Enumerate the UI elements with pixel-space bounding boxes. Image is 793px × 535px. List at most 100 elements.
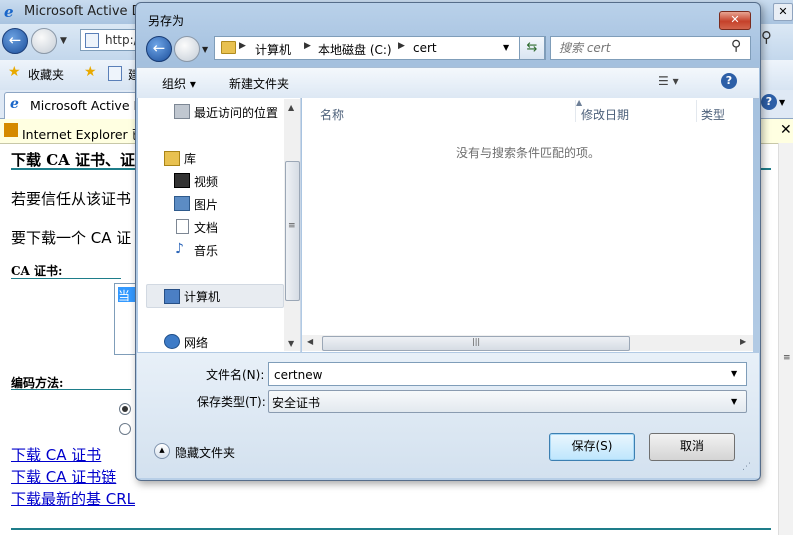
network-icon (164, 334, 180, 349)
save-as-dialog: 另存为 ✕ ← ▼ ▶ 计算机 ▶ 本地磁盘 (C:) ▶ cert ▼ ⇆ ⚲… (135, 2, 761, 481)
help-icon[interactable]: ? (721, 73, 737, 89)
ie-tab[interactable]: e Microsoft Active D (4, 92, 146, 119)
nav-music[interactable]: 音乐 (194, 242, 218, 259)
page-paragraph-download: 要下载一个 CA 证 (11, 229, 132, 247)
hide-folders-chevron-icon[interactable]: ▲ (154, 443, 170, 459)
column-header-type[interactable]: 类型 (701, 106, 725, 123)
ie-history-dropdown-icon[interactable]: ▼ (60, 36, 67, 46)
dialog-back-button[interactable]: ← (146, 36, 172, 62)
fav-page-icon (108, 66, 122, 81)
save-button[interactable]: 保存(S) (549, 433, 635, 461)
resize-grip-icon[interactable]: ⋰ (742, 462, 751, 472)
bottom-rule (11, 528, 771, 530)
nav-pictures[interactable]: 图片 (194, 196, 218, 213)
file-list-pane[interactable] (302, 98, 753, 352)
breadcrumb[interactable]: ▶ 计算机 ▶ 本地磁盘 (C:) ▶ cert ▼ (214, 36, 546, 60)
download-ca-cert-link[interactable]: 下载 CA 证书 (11, 444, 101, 465)
favorites-star-icon[interactable]: ★ (8, 64, 21, 80)
computer-icon (164, 289, 180, 304)
page-paragraph-trust: 若要信任从该证书 (11, 190, 132, 208)
documents-icon (176, 219, 189, 234)
column-header-modified[interactable]: 修改日期 (581, 106, 629, 123)
nav-pane-scrollbar[interactable]: ▲ ≡ ▼ (284, 99, 300, 351)
organize-button[interactable]: 组织 ▾ (162, 75, 196, 92)
breadcrumb-dropdown-icon[interactable]: ▼ (503, 43, 509, 52)
shield-warning-icon (4, 123, 18, 137)
hide-folders-button[interactable]: 隐藏文件夹 (175, 444, 235, 461)
search-input[interactable] (557, 39, 731, 57)
nav-libraries[interactable]: 库 (184, 150, 196, 167)
filename-dropdown-icon[interactable]: ▼ (731, 369, 737, 378)
refresh-button[interactable]: ⇆ (519, 36, 545, 60)
ie-info-text: Internet Explorer 已 (22, 127, 145, 142)
download-ca-chain-link[interactable]: 下载 CA 证书链 (11, 466, 116, 487)
dialog-forward-button[interactable] (174, 36, 200, 62)
libraries-icon (164, 151, 180, 166)
videos-icon (174, 173, 190, 188)
nav-documents[interactable]: 文档 (194, 219, 218, 236)
filetype-label: 保存类型(T): (197, 395, 266, 409)
scroll-right-icon[interactable]: ▶ (740, 337, 746, 346)
nav-network[interactable]: 网络 (184, 334, 208, 351)
scroll-grip-icon: ||| (472, 337, 481, 346)
page-heading: 下载 CA 证书、证 (11, 151, 136, 169)
nav-scroll-thumb[interactable] (285, 161, 300, 301)
navigation-pane (138, 98, 301, 352)
dialog-title: 另存为 (148, 14, 185, 28)
dialog-close-button[interactable]: ✕ (719, 11, 751, 30)
empty-folder-message: 没有与搜索条件匹配的项。 (456, 146, 601, 160)
cancel-button[interactable]: 取消 (649, 433, 735, 461)
encoding-radio-base64[interactable] (119, 423, 131, 435)
scroll-grip-icon: ≡ (288, 221, 296, 231)
breadcrumb-local-disk[interactable]: 本地磁盘 (C:) (318, 41, 392, 58)
pictures-icon (174, 196, 190, 211)
breadcrumb-chevron-icon[interactable]: ▶ (398, 41, 405, 51)
ie-back-button[interactable]: ← (2, 28, 28, 54)
ie-close-icon[interactable]: ✕ (773, 3, 793, 21)
page-icon (85, 33, 99, 48)
ie-page-scrollbar[interactable]: ≡ (778, 143, 793, 535)
ie-forward-button[interactable] (31, 28, 57, 54)
filetype-select[interactable]: 安全证书 ▼ (268, 390, 747, 413)
ie-tab-title: Microsoft Active D (30, 98, 144, 113)
column-header-name[interactable]: 名称 (320, 106, 344, 123)
breadcrumb-computer[interactable]: 计算机 (255, 41, 291, 58)
filename-input[interactable] (272, 366, 716, 383)
views-menu-icon[interactable]: ☰ ▾ (658, 74, 679, 88)
ie-window-title: Microsoft Active Di (24, 4, 146, 19)
breadcrumb-cert[interactable]: cert (413, 41, 437, 55)
ca-cert-label: CA 证书: (11, 264, 63, 278)
column-separator[interactable] (575, 100, 576, 122)
search-box[interactable]: ⚲ (550, 36, 751, 60)
ca-rule (11, 278, 121, 279)
add-favorite-icon[interactable]: ★ (84, 64, 97, 80)
nav-videos[interactable]: 视频 (194, 173, 218, 190)
filetype-value: 安全证书 (272, 396, 321, 410)
breadcrumb-chevron-icon[interactable]: ▶ (239, 41, 246, 51)
ie-help-icon[interactable]: ? (761, 94, 777, 110)
filename-combobox[interactable]: ▼ (268, 362, 747, 386)
search-icon[interactable]: ⚲ (731, 38, 741, 54)
breadcrumb-chevron-icon[interactable]: ▶ (304, 41, 311, 51)
scroll-left-icon[interactable]: ◀ (307, 337, 313, 346)
music-icon: ♪ (175, 241, 184, 257)
filename-label: 文件名(N): (206, 368, 265, 382)
scroll-up-icon[interactable]: ▲ (288, 103, 294, 112)
recent-locations-dropdown-icon[interactable]: ▼ (202, 45, 208, 54)
download-crl-link[interactable]: 下载最新的基 CRL (11, 488, 135, 509)
encoding-radio-der[interactable] (119, 403, 131, 415)
ie-tab-logo-icon: e (10, 96, 19, 112)
file-list-hscrollbar[interactable]: ◀ ||| ▶ (302, 335, 753, 351)
nav-recent-places[interactable]: 最近访问的位置 (194, 104, 278, 121)
encoding-rule (11, 389, 131, 390)
scroll-grip-icon: ≡ (783, 353, 791, 363)
column-separator[interactable] (696, 100, 697, 122)
new-folder-button[interactable]: 新建文件夹 (229, 75, 289, 92)
info-bar-close-icon[interactable]: ✕ (780, 122, 792, 138)
favorites-button[interactable]: 收藏夹 (28, 66, 64, 83)
nav-computer[interactable]: 计算机 (184, 288, 220, 305)
ie-help-dropdown-icon[interactable]: ▼ (779, 98, 785, 107)
scroll-down-icon[interactable]: ▼ (288, 339, 294, 348)
filetype-dropdown-icon[interactable]: ▼ (731, 397, 737, 406)
ie-search-icon[interactable]: ⚲ (761, 28, 772, 46)
